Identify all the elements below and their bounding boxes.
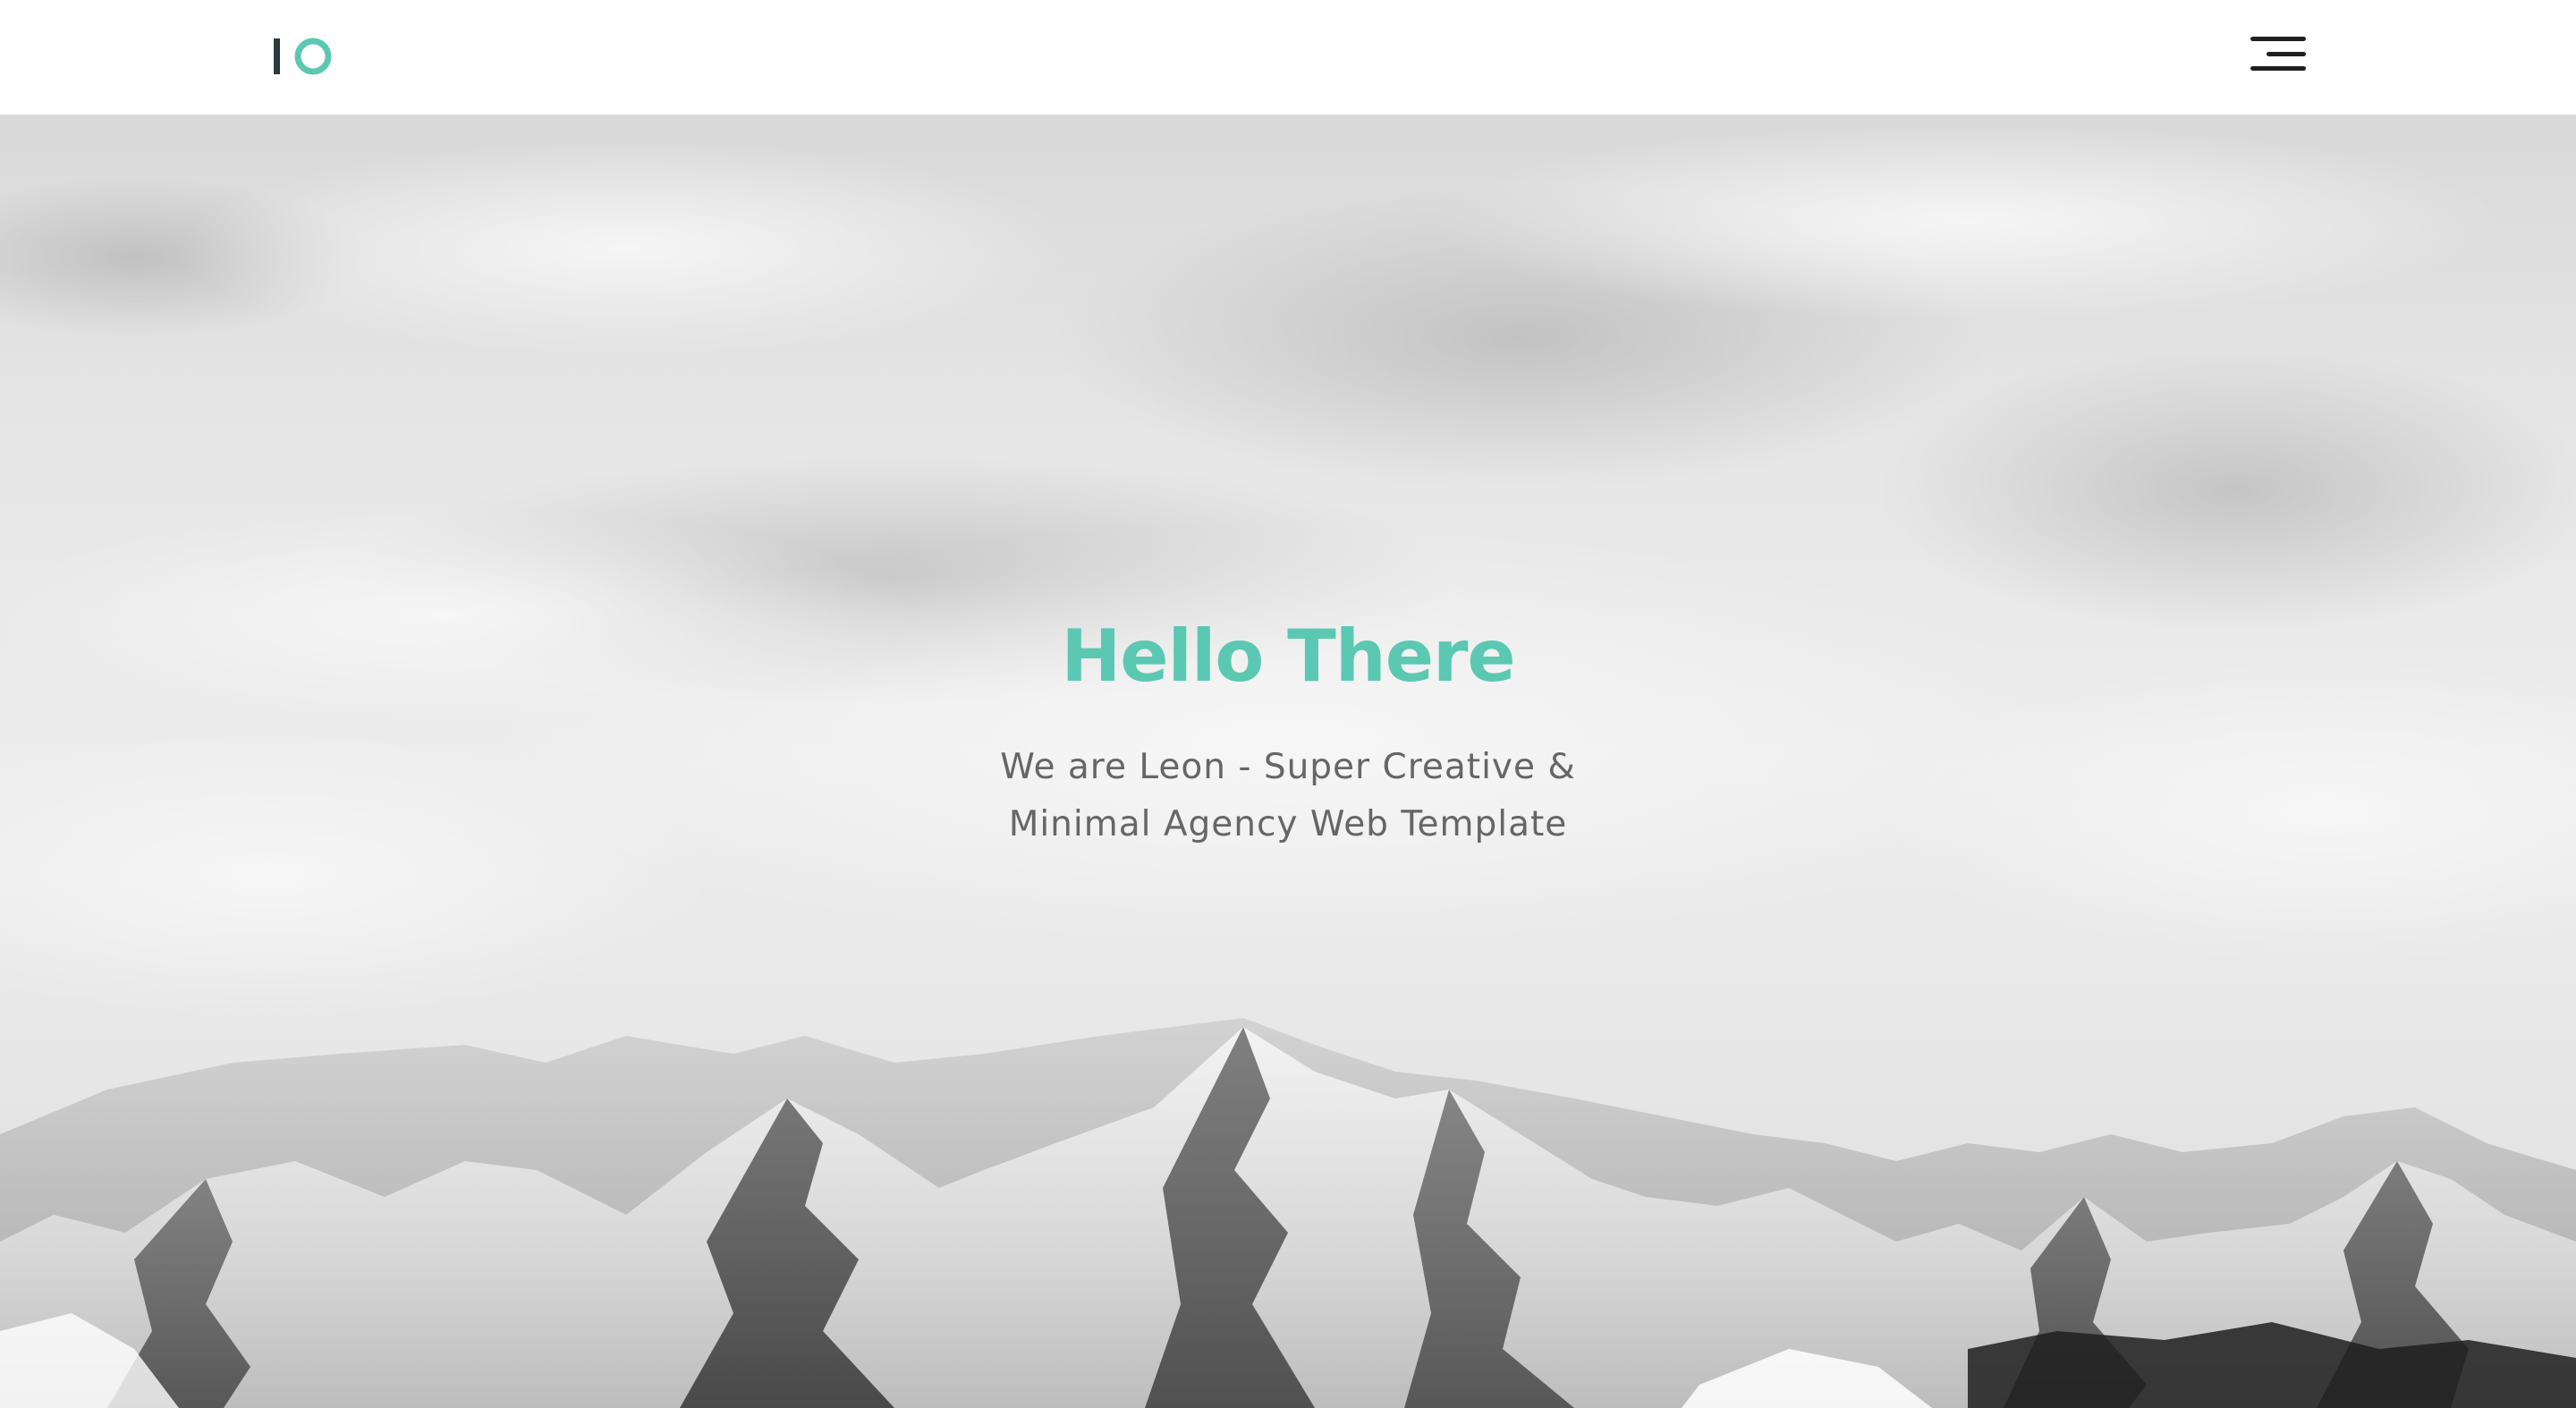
- hero-subtitle: We are Leon - Super Creative & Minimal A…: [948, 739, 1628, 853]
- hamburger-menu-icon: [2250, 37, 2306, 71]
- logo-link[interactable]: [274, 36, 335, 77]
- hero-content: Hello There We are Leon - Super Creative…: [0, 612, 2576, 853]
- hero-subtitle-line-2: Minimal Agency Web Template: [1008, 804, 1568, 844]
- leon-logo-icon: [274, 38, 332, 75]
- hero-subtitle-line-1: We are Leon - Super Creative &: [1000, 747, 1576, 787]
- hero-section: Hello There We are Leon - Super Creative…: [0, 115, 2576, 1408]
- site-header: [0, 0, 2576, 115]
- hero-title: Hello There: [1061, 615, 1515, 698]
- page: Hello There We are Leon - Super Creative…: [0, 0, 2576, 1408]
- menu-button[interactable]: [2250, 34, 2308, 75]
